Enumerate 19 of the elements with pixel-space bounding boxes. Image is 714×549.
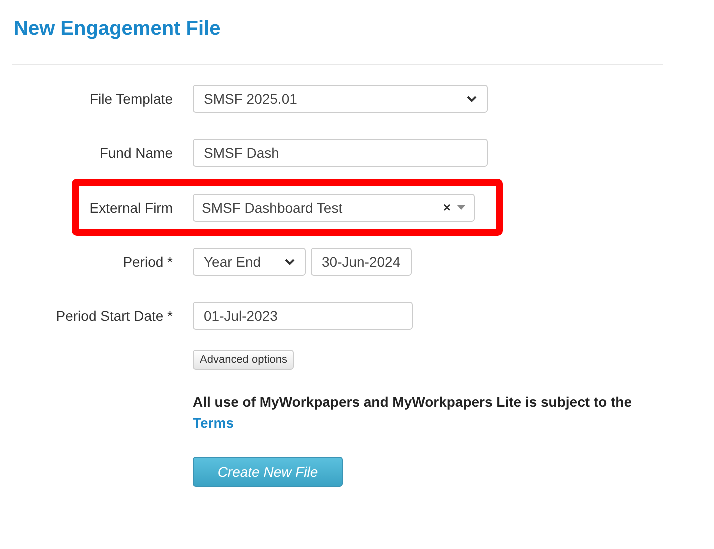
advanced-options-button[interactable]: Advanced options [193,350,294,370]
period-select[interactable]: Year End [193,248,306,276]
date-field[interactable]: 30-Jun-2024 [311,248,412,276]
firm-select[interactable]: SMSF Dashboard Test × [193,194,475,222]
field-label: File Template [88,91,173,107]
chevron-icon [285,258,295,266]
page-title: New Engagement File [14,17,222,42]
template-select[interactable]: SMSF 2025.01 [193,85,488,113]
field-label: Period Start Date * [55,308,173,324]
clear-icon[interactable]: × [443,201,451,214]
input-field[interactable]: SMSF Dash [193,139,488,167]
caret-icon [457,205,466,210]
chevron-icon [467,96,477,102]
field-label: Fund Name [98,145,173,161]
terms-link[interactable]: Terms [193,415,234,431]
field-label: Period * [122,254,173,270]
field-label: External Firm [88,200,173,216]
date-field[interactable]: 01-Jul-2023 [193,302,413,330]
terms-notice: All use of MyWorkpapers and MyWorkpapers Lite is subject to the Terms [193,393,634,433]
